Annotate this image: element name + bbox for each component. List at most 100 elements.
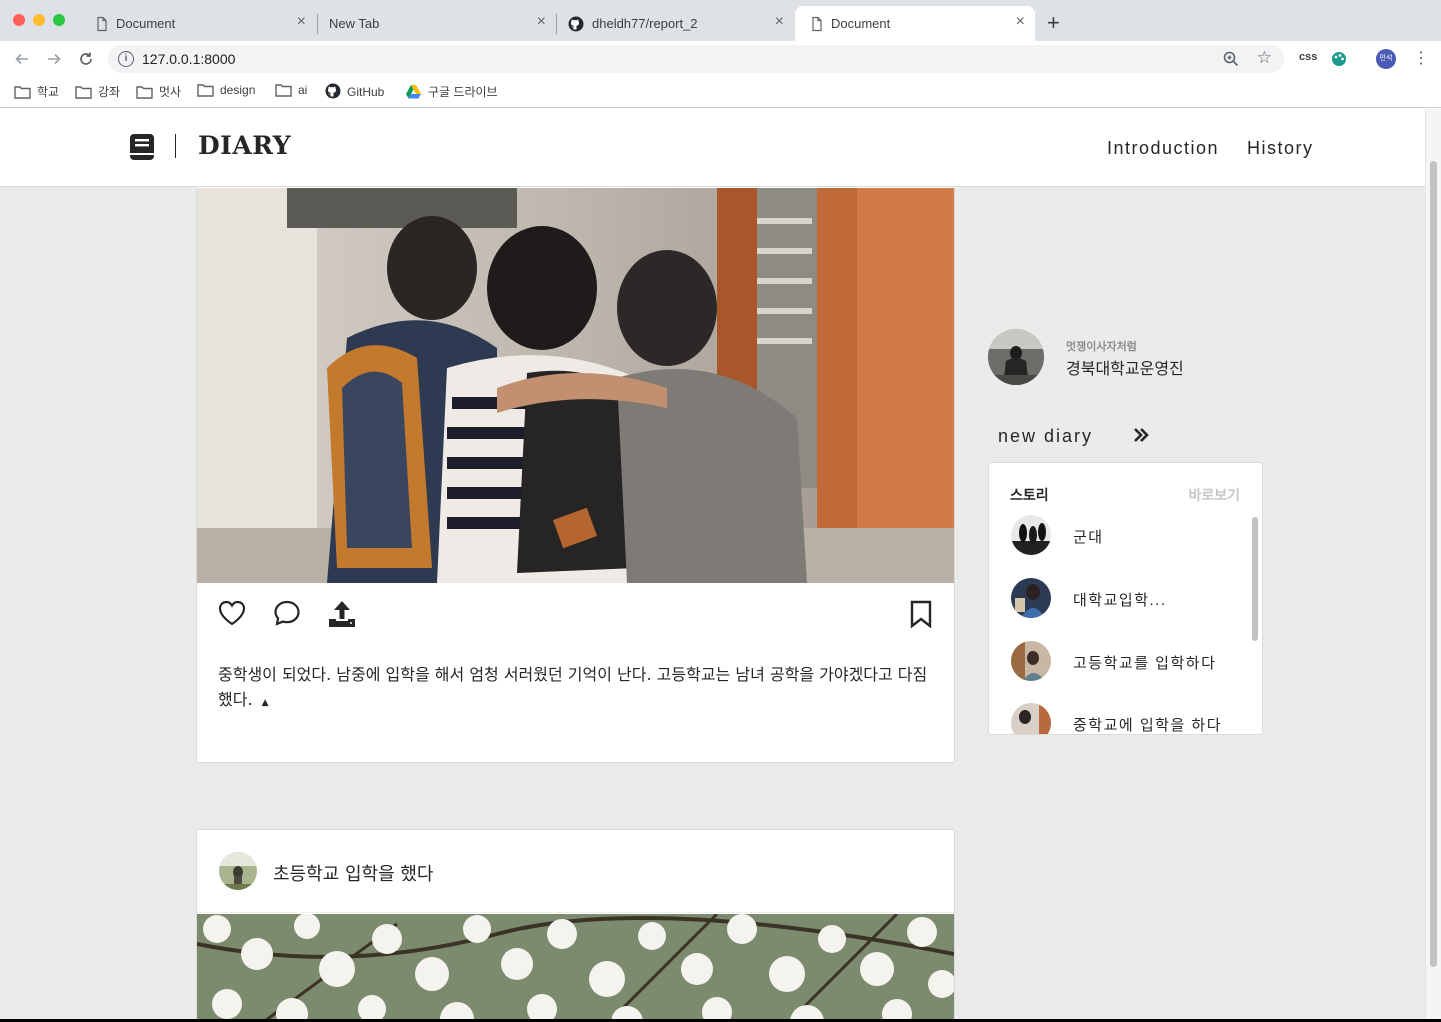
folder-icon [275, 84, 292, 97]
back-button[interactable] [10, 47, 34, 71]
story-thumbnail-image [1011, 703, 1051, 734]
tab-document-1[interactable]: Document × [80, 6, 316, 41]
tab-title: Document [116, 16, 176, 31]
palette-extension-icon[interactable] [1331, 51, 1347, 67]
url-text[interactable]: 127.0.0.1:8000 [142, 51, 235, 67]
story-label: 중학교에 입학을 하다 [1073, 717, 1223, 734]
story-scrollbar[interactable] [1251, 515, 1262, 734]
css-extension-icon[interactable]: css [1299, 51, 1317, 63]
tab-github-report[interactable]: dheldh77/report_2 × [556, 6, 794, 41]
logo-text[interactable]: DIARY [198, 131, 291, 160]
tab-document-active[interactable]: Document × [795, 6, 1035, 41]
story-item[interactable]: 고등학교를 입학하다 [1011, 641, 1251, 681]
folder-icon [136, 86, 153, 99]
story-scrollbar-thumb[interactable] [1252, 517, 1258, 641]
bookmark-label: 구글 드라이브 [428, 85, 498, 99]
post-photo [197, 914, 954, 1019]
page-scrollbar[interactable] [1425, 109, 1441, 1019]
logo-divider [175, 134, 176, 158]
document-icon [812, 16, 822, 32]
post-title: 초등학교 입학을 했다 [273, 864, 434, 885]
nav-history[interactable]: History [1247, 138, 1314, 159]
close-tab-icon[interactable]: × [1016, 14, 1025, 30]
story-panel-title: 스토리 [1010, 487, 1049, 503]
bookmark-folder-school[interactable]: 학교 [14, 83, 59, 100]
google-drive-icon [406, 85, 421, 99]
story-item[interactable]: 대학교입학... [1011, 578, 1251, 618]
bookmark-folder-likelion[interactable]: 멋사 [136, 83, 181, 100]
profile-avatar[interactable] [988, 329, 1044, 385]
double-chevron-right-icon[interactable] [1133, 427, 1149, 443]
bookmarks-bar: 학교 강좌 멋사 design ai GitHub 구글 드라이브 [0, 77, 1441, 108]
story-label: 고등학교를 입학하다 [1073, 655, 1217, 672]
story-panel: 스토리 바로보기 군대 대학교입학... 고등학교를 입학하다 중학교에 입학을… [988, 462, 1263, 735]
browser-window: Document × New Tab × dheldh77/report_2 ×… [0, 0, 1441, 1019]
profile-avatar[interactable]: 민석 [1376, 49, 1396, 69]
cherry-blossom-photo-image [197, 914, 954, 1019]
comment-icon[interactable] [273, 600, 301, 626]
story-item[interactable]: 중학교에 입학을 하다 [1011, 703, 1251, 734]
friends-photo-image [197, 188, 954, 583]
folder-icon [14, 86, 31, 99]
page-viewport: DIARY Introduction History 중학생이 되었다. 남중에… [0, 109, 1425, 1019]
reload-icon [80, 52, 92, 65]
profile-subtitle: 멋쟁이사자처럼 [1066, 341, 1137, 353]
story-avatar [1011, 641, 1051, 681]
folder-icon [75, 86, 92, 99]
caption-text: 중학생이 되었다. 남중에 입학을 해서 엄청 서러웠던 기억이 난다. 고등학… [218, 665, 928, 709]
close-tab-icon[interactable]: × [775, 14, 784, 30]
folder-icon [197, 84, 214, 97]
post-author-avatar[interactable] [219, 852, 257, 890]
bookmark-label: GitHub [347, 85, 385, 99]
zoom-icon[interactable] [1222, 50, 1240, 68]
maximize-window-button[interactable] [53, 14, 65, 26]
github-icon [568, 16, 584, 32]
close-window-button[interactable] [13, 14, 25, 26]
close-tab-icon[interactable]: × [297, 14, 306, 30]
arrow-right-icon [48, 53, 61, 65]
book-icon[interactable] [129, 133, 155, 161]
site-info-icon[interactable]: i [118, 51, 134, 67]
address-bar[interactable]: i 127.0.0.1:8000 ☆ [108, 45, 1284, 73]
bookmark-folder-design[interactable]: design [197, 83, 255, 97]
nav-introduction[interactable]: Introduction [1107, 138, 1219, 159]
site-header: DIARY Introduction History [0, 109, 1425, 187]
bookmark-star-icon[interactable]: ☆ [1257, 48, 1272, 68]
minimize-window-button[interactable] [33, 14, 45, 26]
profile-name[interactable]: 경북대학교운영진 [1066, 355, 1184, 379]
bookmark-google-drive[interactable]: 구글 드라이브 [405, 83, 498, 100]
close-tab-icon[interactable]: × [537, 14, 546, 30]
new-tab-button[interactable]: + [1047, 12, 1060, 34]
story-avatar [1011, 703, 1051, 734]
upload-icon[interactable] [328, 600, 356, 628]
bookmark-folder-courses[interactable]: 강좌 [75, 83, 120, 100]
tab-strip: Document × New Tab × dheldh77/report_2 ×… [0, 0, 1441, 41]
story-list: 군대 대학교입학... 고등학교를 입학하다 중학교에 입학을 하다 [989, 515, 1251, 734]
story-thumbnail-image [1011, 515, 1051, 555]
heart-icon[interactable] [218, 600, 246, 626]
story-item[interactable]: 군대 [1011, 515, 1251, 555]
browser-menu-icon[interactable]: ⋮ [1413, 49, 1429, 69]
avatar-photo-image [219, 852, 257, 890]
bookmark-folder-ai[interactable]: ai [275, 83, 307, 97]
see-all-stories-link[interactable]: 바로보기 [1188, 485, 1240, 505]
bookmark-label: design [220, 83, 256, 97]
tab-new-tab[interactable]: New Tab × [318, 6, 556, 41]
forward-button[interactable] [42, 47, 66, 71]
bookmark-label: ai [298, 83, 308, 97]
arrow-left-icon [15, 53, 28, 65]
bookmark-icon[interactable] [910, 600, 932, 628]
github-icon [325, 83, 341, 99]
bookmark-github[interactable]: GitHub [325, 83, 384, 99]
page-scrollbar-thumb[interactable] [1430, 161, 1437, 967]
bookmark-label: 강좌 [98, 85, 121, 99]
document-icon [97, 16, 107, 32]
collapse-caption-toggle[interactable]: ▲ [262, 698, 269, 708]
post-photo [197, 188, 954, 583]
post-actions [197, 583, 954, 643]
bookmark-label: 학교 [37, 85, 60, 99]
browser-toolbar: i 127.0.0.1:8000 ☆ css 민석 ⋮ [0, 41, 1441, 77]
reload-button[interactable] [74, 47, 98, 71]
new-diary-label[interactable]: new diary [998, 426, 1093, 447]
tab-title: dheldh77/report_2 [592, 16, 698, 31]
